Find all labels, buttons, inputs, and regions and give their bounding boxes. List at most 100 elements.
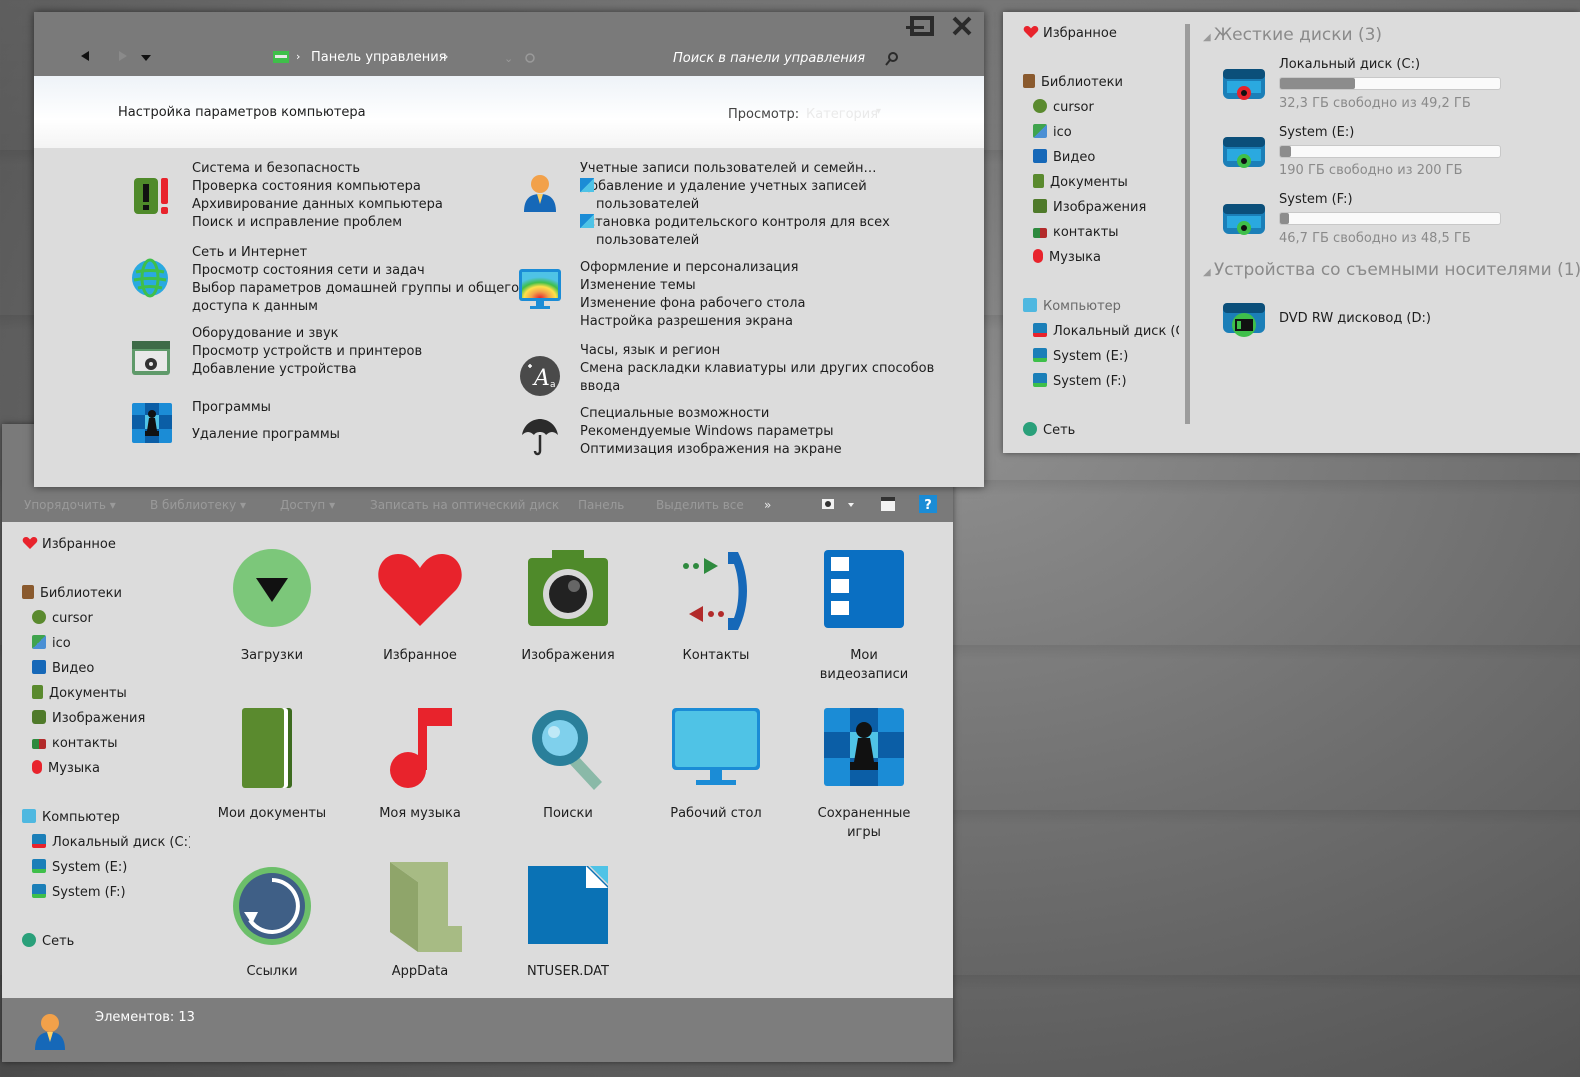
view-dropdown-icon[interactable]: ▾	[876, 106, 881, 117]
drive-c-name[interactable]: Локальный диск (C:)	[1279, 57, 1420, 72]
preview-pane-icon[interactable]	[880, 496, 896, 512]
breadcrumb-chevron-icon[interactable]: ›	[444, 50, 448, 63]
folder-favorites[interactable]: Избранное	[350, 546, 490, 665]
folder-contacts[interactable]: Контакты	[646, 546, 786, 665]
nav-drive-f[interactable]: System (F:)	[1033, 373, 1127, 391]
refresh-icon[interactable]	[524, 52, 536, 64]
category-link[interactable]: доступа к данным	[192, 298, 522, 316]
drive-e-name[interactable]: System (E:)	[1279, 125, 1354, 140]
category-title[interactable]: Система и безопасность	[192, 160, 522, 178]
nav-libraries[interactable]: Библиотеки	[1023, 74, 1123, 92]
category-title[interactable]: Оборудование и звук	[192, 325, 522, 343]
folder-my-videos[interactable]: Мои видеозаписи	[794, 546, 934, 684]
folder-searches[interactable]: Поиски	[498, 704, 638, 823]
nav-library-pictures[interactable]: Изображения	[1033, 199, 1146, 217]
nav-library-video[interactable]: Видео	[1033, 149, 1095, 167]
nav-drive-e[interactable]: System (E:)	[1033, 348, 1128, 366]
nav-library-ico[interactable]: ico	[32, 635, 71, 653]
help-icon[interactable]: ?	[919, 495, 937, 513]
dvd-drive-name[interactable]: DVD RW дисковод (D:)	[1279, 311, 1431, 326]
back-arrow-icon[interactable]	[78, 50, 92, 62]
category-title[interactable]: Оформление и персонализация	[580, 259, 950, 277]
nav-drive-c[interactable]: Локальный диск (C:	[1033, 323, 1179, 341]
nav-library-documents[interactable]: Документы	[1033, 174, 1128, 192]
drive-e-icon[interactable]	[1221, 133, 1267, 171]
hard-drives-group-header[interactable]: ◢ Жесткие диски (3)	[1203, 25, 1382, 45]
navigation-scrollbar[interactable]	[1185, 24, 1190, 424]
nav-favorites[interactable]: Избранное	[22, 536, 116, 554]
category-link[interactable]: Добавление устройства	[192, 361, 522, 379]
history-dropdown-icon[interactable]	[140, 54, 152, 62]
nav-library-contacts[interactable]: контакты	[1033, 224, 1119, 242]
view-options-icon[interactable]	[820, 496, 860, 514]
more-commands-button[interactable]: »	[764, 498, 771, 512]
category-link[interactable]: пользователей	[580, 232, 950, 250]
category-link[interactable]: ввода	[580, 378, 950, 396]
folder-links[interactable]: Ссылки	[202, 862, 342, 981]
nav-library-pictures[interactable]: Изображения	[32, 710, 145, 728]
category-link[interactable]: Поиск и исправление проблем	[192, 214, 522, 232]
close-icon[interactable]	[951, 15, 973, 37]
nav-library-music[interactable]: Музыка	[32, 760, 100, 778]
nav-network[interactable]: Сеть	[1023, 422, 1075, 440]
nav-computer[interactable]: Компьютер	[22, 809, 120, 827]
category-link[interactable]: Изменение темы	[580, 277, 950, 295]
file-ntuser-dat[interactable]: NTUSER.DAT	[498, 862, 638, 981]
drive-f-name[interactable]: System (F:)	[1279, 192, 1353, 207]
category-link[interactable]: Оптимизация изображения на экране	[580, 441, 950, 459]
nav-library-documents[interactable]: Документы	[32, 685, 127, 703]
nav-library-cursor[interactable]: cursor	[1033, 99, 1094, 117]
drive-c-icon[interactable]	[1221, 65, 1267, 103]
dvd-drive-icon[interactable]	[1221, 299, 1267, 339]
category-title[interactable]: Часы, язык и регион	[580, 342, 950, 360]
nav-library-cursor[interactable]: cursor	[32, 610, 93, 628]
nav-library-contacts[interactable]: контакты	[32, 735, 118, 753]
folder-my-music[interactable]: Моя музыка	[350, 704, 490, 823]
nav-drive-c[interactable]: Локальный диск (C:)	[32, 834, 193, 852]
category-link[interactable]: Установка родительского контроля для все…	[580, 214, 950, 232]
panel-button[interactable]: Панель	[578, 498, 624, 512]
share-button[interactable]: Доступ ▾	[280, 498, 335, 512]
nav-network[interactable]: Сеть	[22, 933, 74, 951]
category-title[interactable]: Программы	[192, 399, 522, 417]
burn-disc-button[interactable]: Записать на оптический диск	[370, 498, 559, 512]
category-link[interactable]: Смена раскладки клавиатуры или других сп…	[580, 360, 950, 378]
category-link[interactable]: Проверка состояния компьютера	[192, 178, 522, 196]
category-title[interactable]: Учетные записи пользователей и семейн…	[580, 160, 950, 178]
folder-appdata[interactable]: AppData	[350, 862, 490, 981]
category-link[interactable]: Просмотр состояния сети и задач	[192, 262, 522, 280]
category-link[interactable]: Рекомендуемые Windows параметры	[580, 423, 950, 441]
search-input[interactable]: Поиск в панели управления	[673, 51, 865, 66]
search-icon[interactable]	[885, 52, 899, 66]
folder-pictures[interactable]: Изображения	[498, 546, 638, 665]
folder-downloads[interactable]: Загрузки	[202, 546, 342, 665]
breadcrumb-control-panel[interactable]: Панель управления	[311, 50, 447, 65]
category-link[interactable]: Удаление программы	[192, 426, 522, 444]
nav-library-music[interactable]: Музыка	[1033, 249, 1101, 267]
category-link[interactable]: Выбор параметров домашней группы и общег…	[192, 280, 522, 298]
removable-group-header[interactable]: ◢ Устройства со съемными носителями (1)	[1203, 260, 1580, 280]
nav-favorites[interactable]: Избранное	[1023, 25, 1117, 43]
category-title[interactable]: Специальные возможности	[580, 405, 950, 423]
nav-library-video[interactable]: Видео	[32, 660, 94, 678]
nav-libraries[interactable]: Библиотеки	[22, 585, 122, 603]
drive-f-icon[interactable]	[1221, 200, 1267, 238]
category-link[interactable]: пользователей	[580, 196, 950, 214]
folder-my-documents[interactable]: Мои документы	[202, 704, 342, 823]
category-link[interactable]: Просмотр устройств и принтеров	[192, 343, 522, 361]
address-dropdown-icon[interactable]: ⌄	[504, 52, 513, 65]
folder-saved-games[interactable]: Сохраненные игры	[794, 704, 934, 842]
category-link[interactable]: Настройка разрешения экрана	[580, 313, 950, 331]
nav-library-ico[interactable]: ico	[1033, 124, 1072, 142]
forward-arrow-icon[interactable]	[116, 50, 130, 62]
add-to-library-button[interactable]: В библиотеку ▾	[150, 498, 246, 512]
nav-drive-e[interactable]: System (E:)	[32, 859, 127, 877]
folder-desktop[interactable]: Рабочий стол	[646, 704, 786, 823]
category-title[interactable]: Сеть и Интернет	[192, 244, 522, 262]
category-link[interactable]: Архивирование данных компьютера	[192, 196, 522, 214]
nav-drive-f[interactable]: System (F:)	[32, 884, 126, 902]
select-all-button[interactable]: Выделить все	[656, 498, 744, 512]
nav-computer[interactable]: Компьютер	[1023, 298, 1121, 316]
category-link[interactable]: Добавление и удаление учетных записей	[580, 178, 950, 196]
category-link[interactable]: Изменение фона рабочего стола	[580, 295, 950, 313]
